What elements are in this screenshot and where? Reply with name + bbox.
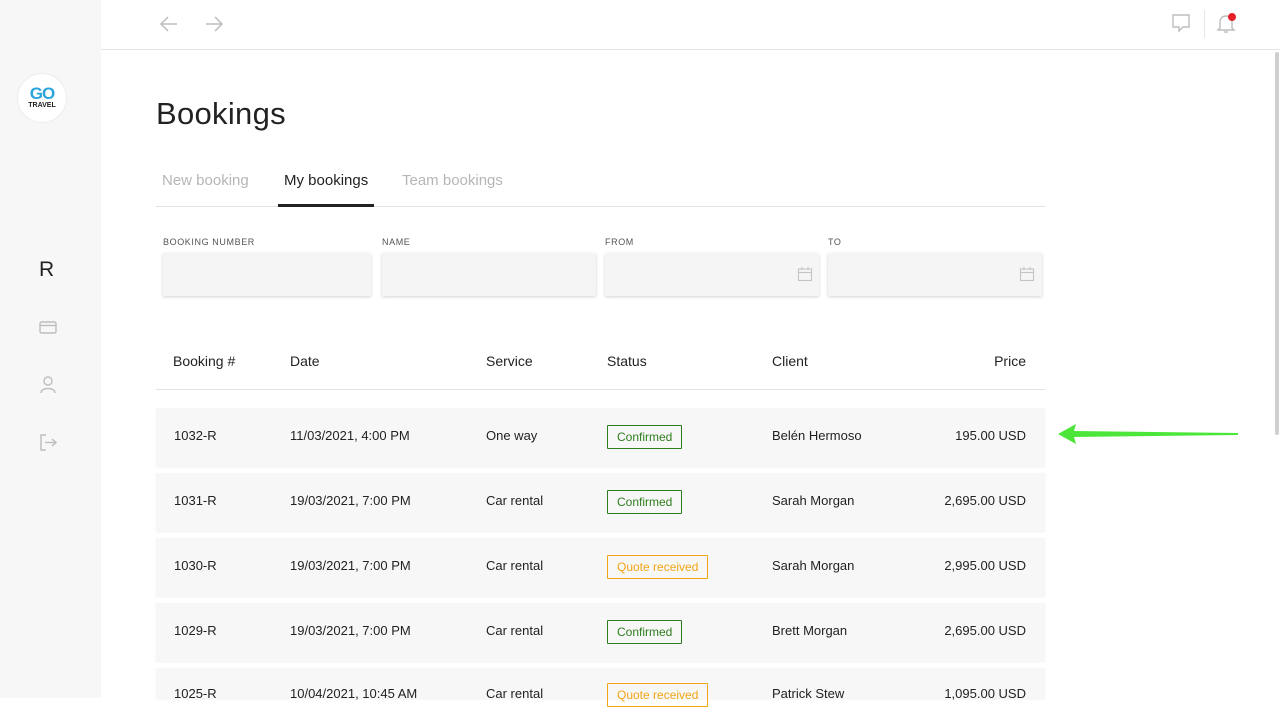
active-tab-indicator bbox=[278, 204, 374, 207]
calendar-icon[interactable] bbox=[797, 266, 813, 282]
col-price[interactable]: Price bbox=[994, 353, 1026, 369]
arrow-left-icon[interactable] bbox=[157, 12, 181, 36]
sidebar: GO TRAVEL R bbox=[0, 0, 101, 698]
table-row[interactable]: 1029-R 19/03/2021, 7:00 PM Car rental Co… bbox=[156, 603, 1045, 661]
table-row[interactable]: 1031-R 19/03/2021, 7:00 PM Car rental Co… bbox=[156, 473, 1045, 531]
booking-number-label: BOOKING NUMBER bbox=[163, 237, 255, 247]
status-badge: Confirmed bbox=[607, 425, 683, 449]
booking-service: Car rental bbox=[486, 686, 544, 701]
tab-my-bookings[interactable]: My bookings bbox=[284, 172, 368, 189]
booking-service: One way bbox=[486, 428, 538, 443]
booking-date: 10/04/2021, 10:45 AM bbox=[290, 686, 418, 701]
user-initial[interactable]: R bbox=[39, 258, 54, 282]
top-bar bbox=[101, 0, 1280, 50]
user-icon[interactable] bbox=[37, 373, 59, 395]
booking-service: Car rental bbox=[486, 493, 544, 508]
table-row[interactable]: 1030-R 19/03/2021, 7:00 PM Car rental Qu… bbox=[156, 538, 1045, 596]
logo-top-text: GO bbox=[29, 84, 55, 103]
chat-icon[interactable] bbox=[1170, 11, 1192, 35]
col-status[interactable]: Status bbox=[607, 353, 647, 369]
logo-bottom-text: TRAVEL bbox=[28, 102, 56, 109]
booking-number: 1032-R bbox=[174, 428, 217, 443]
status-badge: Confirmed bbox=[607, 490, 683, 514]
bell-icon[interactable] bbox=[1215, 11, 1237, 35]
col-client[interactable]: Client bbox=[772, 353, 808, 369]
booking-price: 2,695.00 USD bbox=[944, 493, 1026, 508]
go-travel-logo[interactable]: GO TRAVEL bbox=[17, 73, 67, 123]
table-row[interactable]: 1032-R 11/03/2021, 4:00 PM One way Confi… bbox=[156, 408, 1045, 466]
booking-number: 1031-R bbox=[174, 493, 217, 508]
booking-service: Car rental bbox=[486, 623, 544, 638]
booking-number: 1025-R bbox=[174, 686, 217, 701]
arrow-right-icon[interactable] bbox=[202, 12, 226, 36]
col-date[interactable]: Date bbox=[290, 353, 320, 369]
topbar-divider bbox=[1204, 10, 1205, 38]
booking-number-input[interactable] bbox=[163, 253, 371, 296]
booking-date: 19/03/2021, 7:00 PM bbox=[290, 558, 411, 573]
booking-service: Car rental bbox=[486, 558, 544, 573]
status-badge: Confirmed bbox=[607, 620, 683, 644]
booking-client: Sarah Morgan bbox=[772, 558, 855, 573]
booking-number: 1030-R bbox=[174, 558, 217, 573]
booking-client: Brett Morgan bbox=[772, 623, 848, 638]
notification-dot bbox=[1228, 13, 1236, 21]
tab-bar: New booking My bookings Team bookings bbox=[156, 160, 1045, 207]
table-row[interactable]: 1025-R 10/04/2021, 10:45 AM Car rental Q… bbox=[156, 668, 1045, 707]
booking-client: Belén Hermoso bbox=[772, 428, 862, 443]
col-booking-number[interactable]: Booking # bbox=[173, 353, 235, 369]
table-header: Booking # Date Service Status Client Pri… bbox=[156, 340, 1045, 390]
annotation-arrow bbox=[1058, 424, 1238, 444]
to-date-input[interactable] bbox=[828, 253, 1042, 296]
status-badge: Quote received bbox=[607, 683, 709, 707]
col-service[interactable]: Service bbox=[486, 353, 533, 369]
booking-client: Patrick Stew bbox=[772, 686, 845, 701]
name-input[interactable] bbox=[382, 253, 596, 296]
calendar-icon[interactable] bbox=[1019, 266, 1035, 282]
tab-new-booking[interactable]: New booking bbox=[162, 172, 249, 189]
name-label: NAME bbox=[382, 237, 411, 247]
booking-client: Sarah Morgan bbox=[772, 493, 855, 508]
from-date-input[interactable] bbox=[605, 253, 819, 296]
booking-number: 1029-R bbox=[174, 623, 217, 638]
logout-icon[interactable] bbox=[37, 431, 59, 453]
credit-card-icon[interactable] bbox=[37, 316, 59, 338]
booking-price: 2,995.00 USD bbox=[944, 558, 1026, 573]
booking-price: 1,095.00 USD bbox=[944, 686, 1026, 701]
booking-date: 19/03/2021, 7:00 PM bbox=[290, 623, 411, 638]
page-title: Bookings bbox=[156, 96, 286, 131]
booking-price: 2,695.00 USD bbox=[944, 623, 1026, 638]
booking-price: 195.00 USD bbox=[955, 428, 1026, 443]
from-label: FROM bbox=[605, 237, 634, 247]
to-label: TO bbox=[828, 237, 842, 247]
booking-date: 11/03/2021, 4:00 PM bbox=[290, 428, 410, 443]
status-badge: Quote received bbox=[607, 555, 709, 579]
booking-date: 19/03/2021, 7:00 PM bbox=[290, 493, 411, 508]
scrollbar[interactable] bbox=[1275, 52, 1279, 435]
tab-team-bookings[interactable]: Team bookings bbox=[402, 172, 503, 189]
